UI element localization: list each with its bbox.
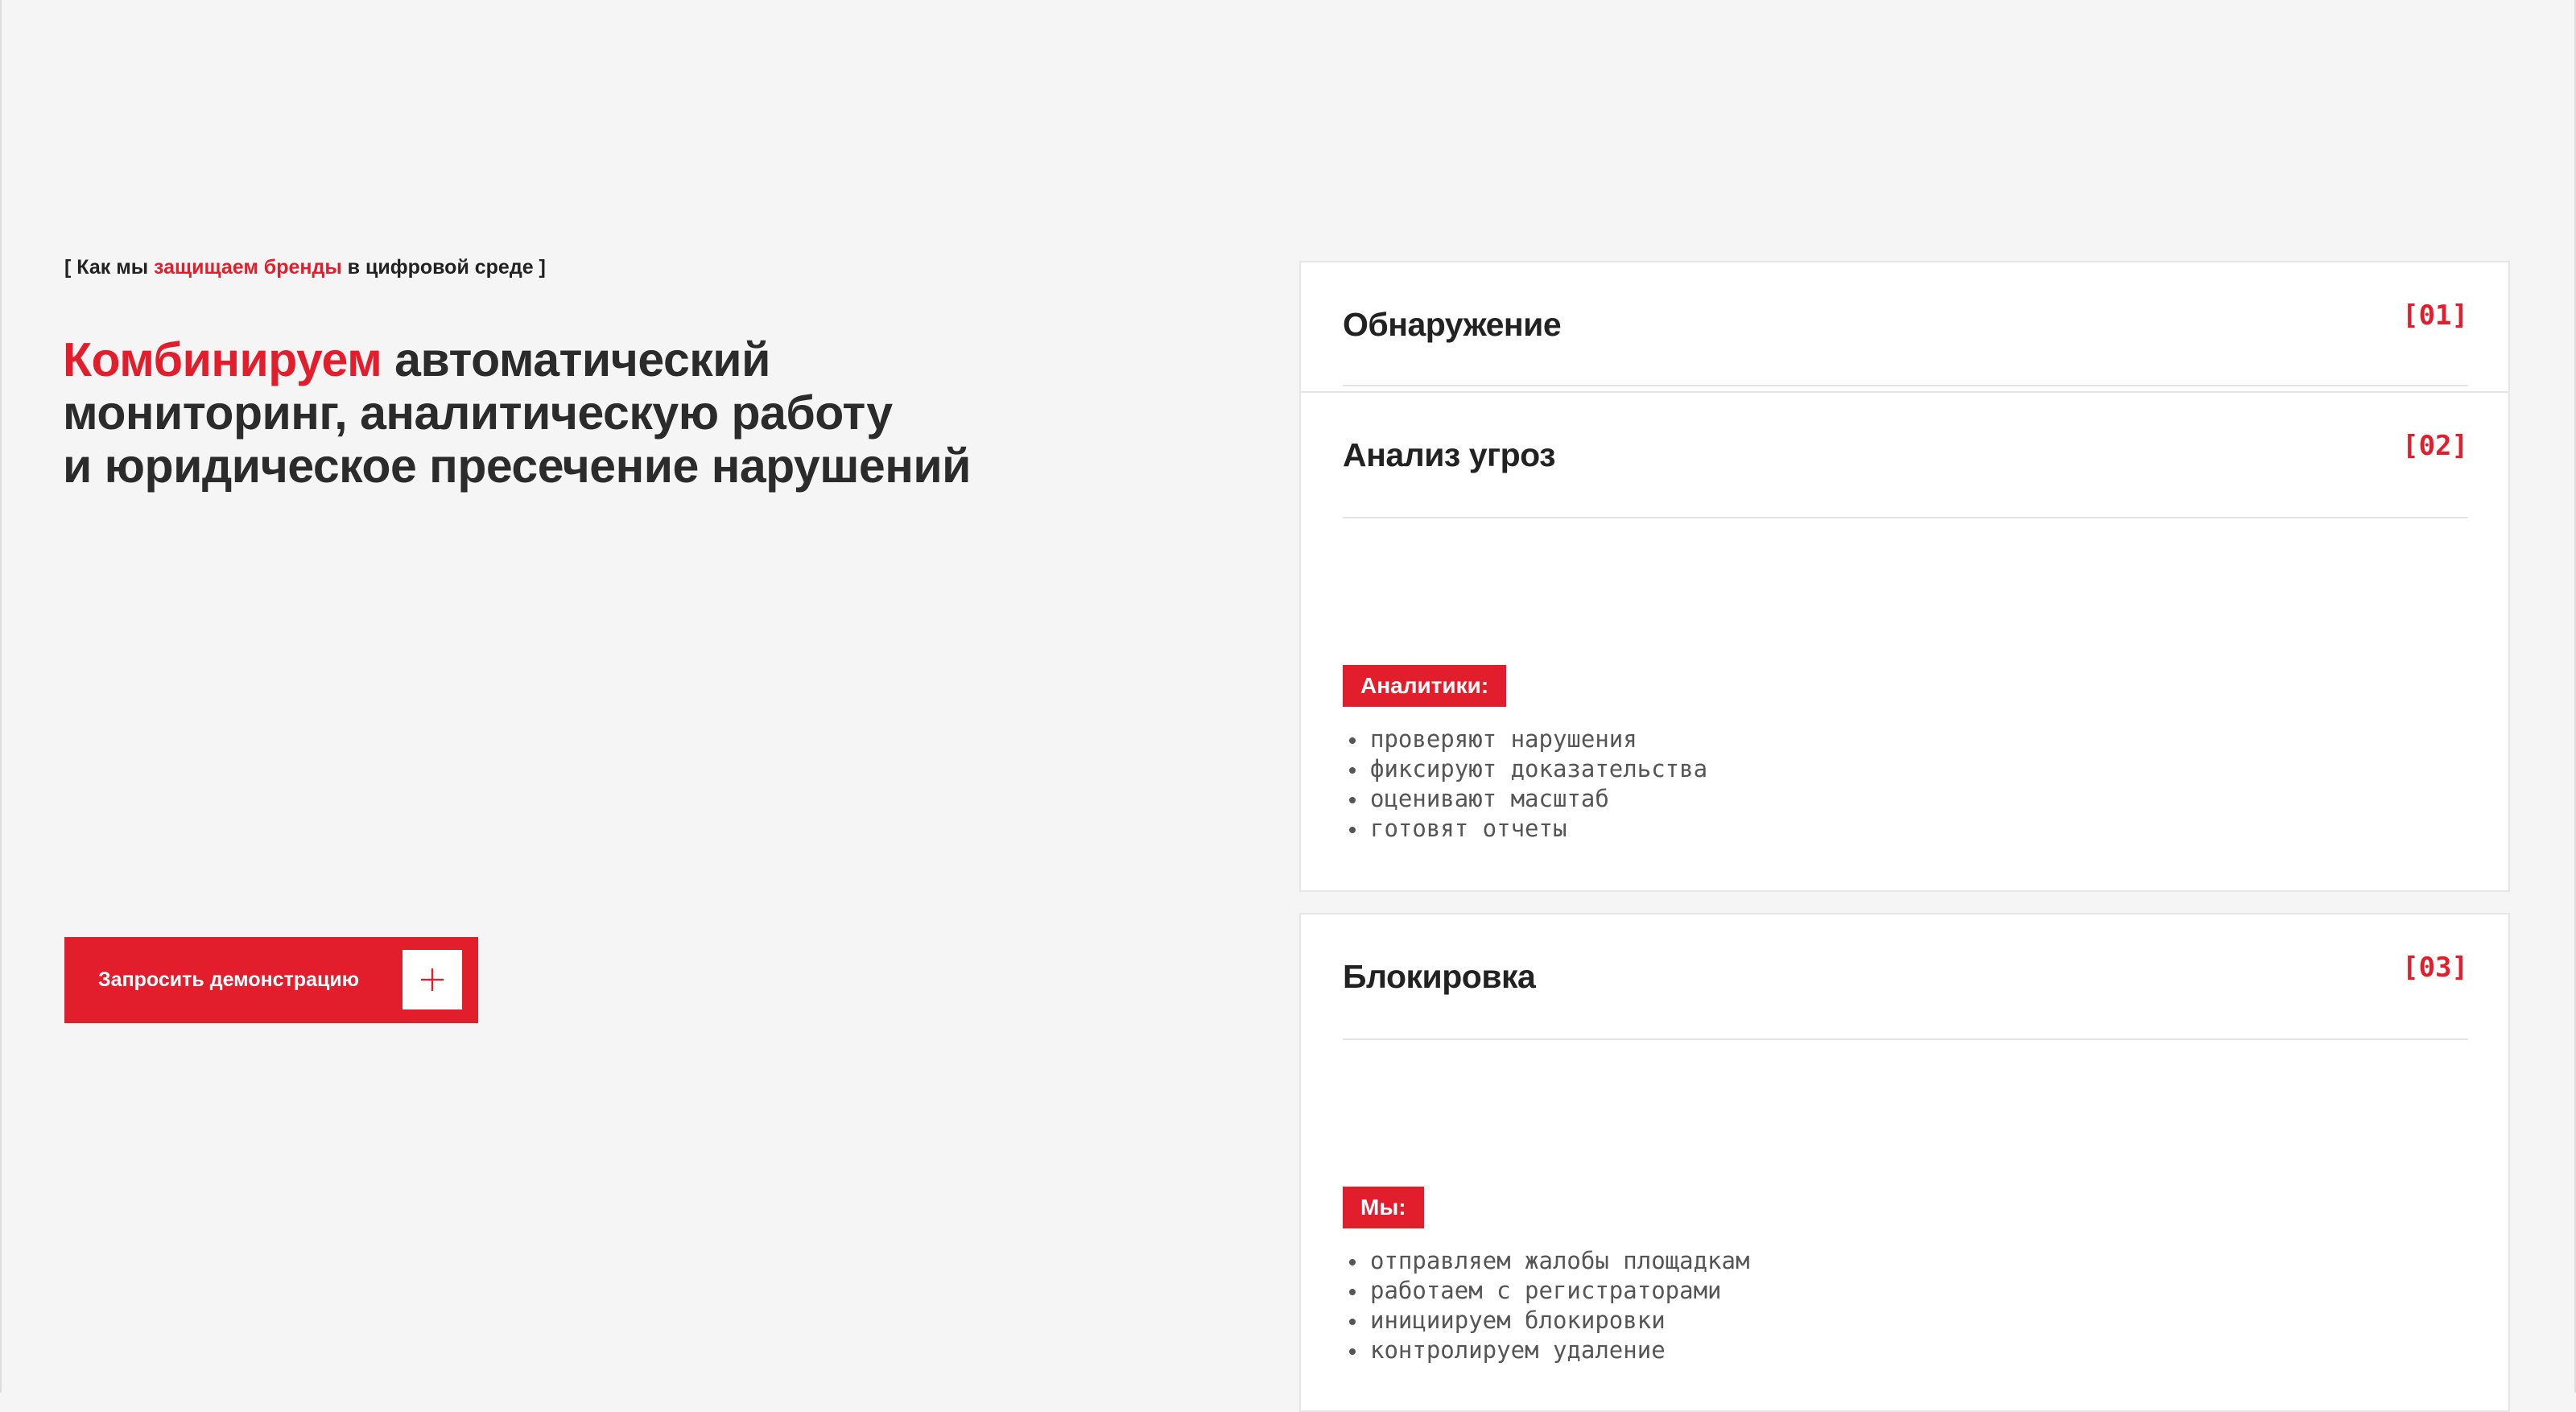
step-title: Блокировка bbox=[1343, 958, 1536, 995]
page-headline: Комбинируем автоматический мониторинг, а… bbox=[63, 333, 1109, 493]
list-item: готовят отчеты bbox=[1348, 814, 1707, 844]
request-demo-label: Запросить демонстрацию bbox=[98, 968, 360, 991]
step-badge: Мы: bbox=[1343, 1187, 1424, 1228]
step-number: [01] bbox=[2402, 299, 2468, 332]
step-card-detection[interactable]: Обнаружение [01] bbox=[1299, 261, 2510, 393]
headline-accent: Комбинируем bbox=[63, 332, 382, 386]
headline-line-3: и юридическое пресечение нарушений bbox=[63, 439, 971, 493]
list-item: отправляем жалобы площадкам bbox=[1348, 1246, 1749, 1276]
step-card-blocking[interactable]: Блокировка [03] Мы: отправляем жалобы пл… bbox=[1299, 913, 2510, 1412]
page-frame-left bbox=[0, 0, 2, 1393]
step-badge: Аналитики: bbox=[1343, 665, 1507, 707]
request-demo-button[interactable]: Запросить демонстрацию bbox=[64, 937, 478, 1023]
step-bullet-list: проверяют нарушения фиксируют доказатель… bbox=[1348, 725, 1707, 844]
step-bullet-list: отправляем жалобы площадкам работаем с р… bbox=[1348, 1246, 1749, 1365]
list-item: контролируем удаление bbox=[1348, 1336, 1749, 1365]
plus-icon bbox=[402, 950, 462, 1009]
kicker-accent: защищаем бренды bbox=[154, 256, 342, 279]
list-item: работаем с регистраторами bbox=[1348, 1276, 1749, 1306]
step-title: Обнаружение bbox=[1343, 306, 1562, 343]
step-title: Анализ угроз bbox=[1343, 436, 1556, 473]
step-number: [02] bbox=[2402, 430, 2468, 462]
list-item: проверяют нарушения bbox=[1348, 725, 1707, 754]
kicker-prefix: [ Как мы bbox=[64, 256, 154, 279]
headline-line-1: Комбинируем автоматический bbox=[63, 333, 1109, 386]
list-item: оценивают масштаб bbox=[1348, 784, 1707, 814]
step-divider bbox=[1343, 1038, 2468, 1040]
step-card-threat-analysis[interactable]: Анализ угроз [02] Аналитики: проверяют н… bbox=[1299, 391, 2510, 892]
step-number: [03] bbox=[2402, 952, 2468, 984]
step-divider bbox=[1343, 385, 2468, 386]
list-item: фиксируют доказательства bbox=[1348, 754, 1707, 784]
headline-line-1-rest: автоматический bbox=[382, 332, 770, 386]
step-divider bbox=[1343, 517, 2468, 518]
kicker-suffix: в цифровой среде ] bbox=[341, 256, 546, 279]
section-kicker: [ Как мы защищаем бренды в цифровой сред… bbox=[64, 256, 546, 279]
headline-line-2: мониторинг, аналитическую работу bbox=[63, 386, 893, 440]
list-item: инициируем блокировки bbox=[1348, 1306, 1749, 1336]
